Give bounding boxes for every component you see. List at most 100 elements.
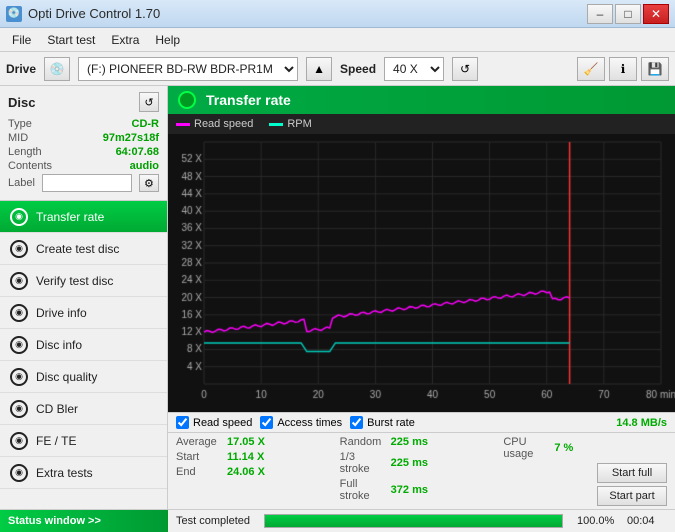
sidebar: Disc ↺ Type CD-R MID 97m27s18f Length 64… (0, 86, 168, 509)
stat-value-average: 17.05 X (227, 436, 272, 448)
stat-label-random: Random (340, 436, 385, 448)
speed-select[interactable]: 40 X (384, 57, 444, 81)
stats-middle: Random 225 ms 1/3 stroke 225 ms Full str… (340, 436, 504, 506)
minimize-button[interactable]: – (587, 4, 613, 24)
nav-item-cd-bler[interactable]: ◉ CD Bler (0, 393, 167, 425)
close-button[interactable]: ✕ (643, 4, 669, 24)
nav-label-fe-te: FE / TE (36, 434, 76, 448)
nav-label-verify-test-disc: Verify test disc (36, 274, 113, 288)
drive-icon-btn[interactable]: 💿 (44, 57, 70, 81)
nav-item-transfer-rate[interactable]: ◉ Transfer rate (0, 201, 167, 233)
menu-bar: File Start test Extra Help (0, 28, 675, 52)
stat-label-end: End (176, 466, 221, 478)
nav-label-cd-bler: CD Bler (36, 402, 78, 416)
progress-time: 00:04 (627, 515, 667, 527)
nav-item-disc-quality[interactable]: ◉ Disc quality (0, 361, 167, 393)
window-title: Opti Drive Control 1.70 (28, 6, 160, 21)
legend-rpm: RPM (269, 118, 311, 130)
status-bar: Status window >> Test completed 100.0% 0… (0, 509, 675, 531)
menu-help[interactable]: Help (147, 31, 188, 49)
menu-file[interactable]: File (4, 31, 39, 49)
stat-label-start: Start (176, 451, 221, 463)
burst-rate-value: 14.8 MB/s (616, 417, 667, 429)
progress-bar (264, 514, 563, 528)
chart-canvas (168, 134, 675, 412)
checkbox-burst-rate: Burst rate (350, 416, 415, 429)
stat-value-random: 225 ms (391, 436, 436, 448)
maximize-button[interactable]: □ (615, 4, 641, 24)
clear-button[interactable]: 🧹 (577, 57, 605, 81)
nav-item-disc-info[interactable]: ◉ Disc info (0, 329, 167, 361)
speed-label: Speed (340, 62, 376, 76)
checkbox-access-times-input[interactable] (260, 416, 273, 429)
disc-refresh-button[interactable]: ↺ (139, 92, 159, 112)
nav-icon-verify-test-disc: ◉ (10, 272, 28, 290)
disc-row-mid: MID 97m27s18f (8, 132, 159, 144)
stat-value-1-3-stroke: 225 ms (391, 457, 436, 469)
nav-icon-create-test-disc: ◉ (10, 240, 28, 258)
status-text: Test completed (176, 515, 250, 527)
disc-value-contents: audio (130, 160, 159, 172)
stat-value-full-stroke: 372 ms (391, 484, 436, 496)
disc-value-length: 64:07.68 (116, 146, 159, 158)
info-button[interactable]: ℹ (609, 57, 637, 81)
disc-value-mid: 97m27s18f (103, 132, 159, 144)
status-window-button[interactable]: Status window >> (0, 510, 168, 532)
nav-item-create-test-disc[interactable]: ◉ Create test disc (0, 233, 167, 265)
main-layout: Disc ↺ Type CD-R MID 97m27s18f Length 64… (0, 86, 675, 509)
nav-icon-transfer-rate: ◉ (10, 208, 28, 226)
drive-label: Drive (6, 62, 36, 76)
nav-item-extra-tests[interactable]: ◉ Extra tests (0, 457, 167, 489)
legend-label-rpm: RPM (287, 118, 311, 130)
nav-item-drive-info[interactable]: ◉ Drive info (0, 297, 167, 329)
window-controls: – □ ✕ (587, 4, 669, 24)
drive-bar: Drive 💿 (F:) PIONEER BD-RW BDR-PR1M 1.65… (0, 52, 675, 86)
nav-icon-drive-info: ◉ (10, 304, 28, 322)
legend-color-rpm (269, 123, 283, 126)
start-full-button[interactable]: Start full (597, 463, 667, 483)
disc-row-contents: Contents audio (8, 160, 159, 172)
nav-icon-cd-bler: ◉ (10, 400, 28, 418)
stat-row-average: Average 17.05 X (176, 436, 340, 448)
refresh-speed-button[interactable]: ↺ (452, 57, 478, 81)
menu-start-test[interactable]: Start test (39, 31, 103, 49)
nav-label-extra-tests: Extra tests (36, 466, 93, 480)
drive-select[interactable]: (F:) PIONEER BD-RW BDR-PR1M 1.65 (78, 57, 298, 81)
checkbox-read-speed-input[interactable] (176, 416, 189, 429)
disc-key-label: Label (8, 177, 35, 189)
label-gear-button[interactable]: ⚙ (139, 174, 159, 192)
app-icon: 💿 (6, 6, 22, 22)
nav-icon-disc-quality: ◉ (10, 368, 28, 386)
stat-label-cpu: CPU usage (503, 436, 548, 460)
stat-row-end: End 24.06 X (176, 466, 340, 478)
checkboxes-bar: Read speed Access times Burst rate 14.8 … (168, 412, 675, 432)
nav-label-create-test-disc: Create test disc (36, 242, 119, 256)
stat-label-average: Average (176, 436, 221, 448)
nav-item-fe-te[interactable]: ◉ FE / TE (0, 425, 167, 457)
title-bar: 💿 Opti Drive Control 1.70 – □ ✕ (0, 0, 675, 28)
nav-label-disc-quality: Disc quality (36, 370, 97, 384)
stat-row-cpu: CPU usage 7 % (503, 436, 667, 460)
start-part-button[interactable]: Start part (597, 486, 667, 506)
nav-label-transfer-rate: Transfer rate (36, 210, 104, 224)
stat-value-cpu: 7 % (554, 442, 599, 454)
content-area: Transfer rate Read speed RPM Read speed (168, 86, 675, 509)
stat-value-end: 24.06 X (227, 466, 272, 478)
disc-row-label: Label ⚙ (8, 174, 159, 192)
nav-list: ◉ Transfer rate ◉ Create test disc ◉ Ver… (0, 201, 167, 509)
checkbox-read-speed-label: Read speed (193, 417, 252, 429)
progress-bar-inner (265, 515, 562, 527)
disc-key-type: Type (8, 118, 32, 130)
disc-key-mid: MID (8, 132, 28, 144)
checkbox-burst-rate-input[interactable] (350, 416, 363, 429)
stat-row-full-stroke: Full stroke 372 ms (340, 478, 504, 502)
nav-icon-disc-info: ◉ (10, 336, 28, 354)
disc-key-length: Length (8, 146, 42, 158)
label-input[interactable] (42, 174, 132, 192)
disc-panel: Disc ↺ Type CD-R MID 97m27s18f Length 64… (0, 86, 167, 201)
stat-row-start: Start 11.14 X (176, 451, 340, 463)
save-button[interactable]: 💾 (641, 57, 669, 81)
menu-extra[interactable]: Extra (103, 31, 147, 49)
nav-item-verify-test-disc[interactable]: ◉ Verify test disc (0, 265, 167, 297)
eject-button[interactable]: ▲ (306, 57, 332, 81)
